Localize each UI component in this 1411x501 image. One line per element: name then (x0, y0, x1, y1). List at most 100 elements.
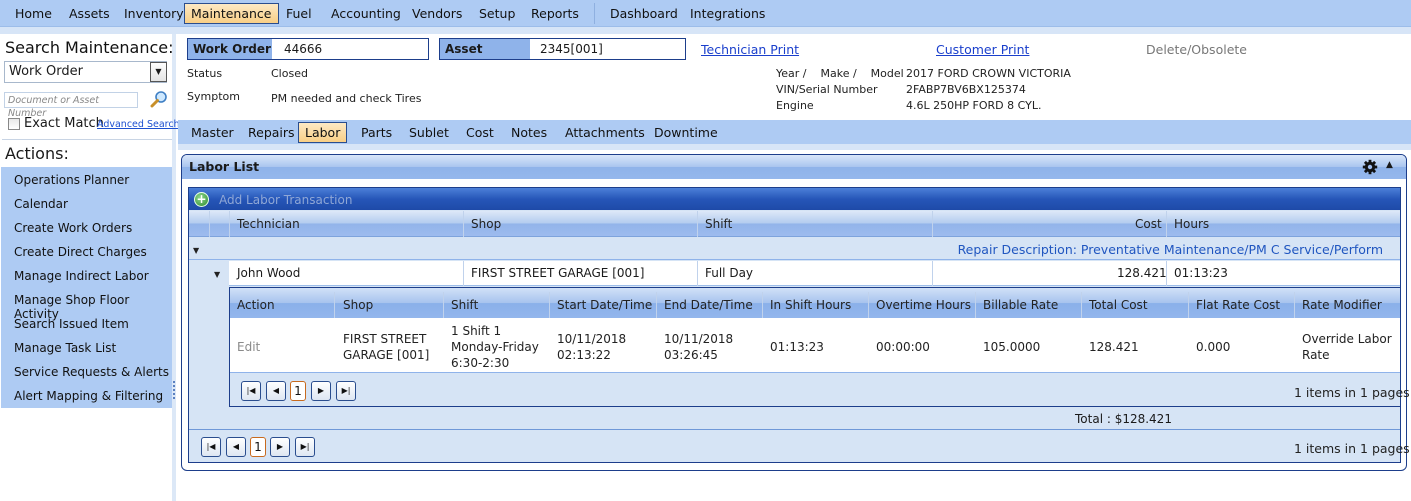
menu-reports[interactable]: Reports (524, 3, 586, 24)
tab-master[interactable]: Master (184, 122, 241, 143)
column-divider (463, 261, 464, 286)
dcol-in-shift-hours[interactable]: In Shift Hours (770, 298, 851, 312)
dcell-end-date: 10/11/2018 (664, 332, 734, 346)
menu-accounting[interactable]: Accounting (324, 3, 408, 24)
menu-maintenance[interactable]: Maintenance (184, 3, 279, 24)
dcol-end[interactable]: End Date/Time (664, 298, 753, 312)
tab-parts[interactable]: Parts (354, 122, 399, 143)
menu-dashboard[interactable]: Dashboard (603, 3, 685, 24)
last-page-button[interactable]: ▶| (295, 437, 315, 457)
dcell-in-shift-hours: 01:13:23 (770, 340, 824, 354)
dcol-total-cost[interactable]: Total Cost (1089, 298, 1148, 312)
first-page-button[interactable]: |◀ (241, 381, 261, 401)
action-search-issued-item[interactable]: Search Issued Item (14, 317, 129, 331)
asset-label: Asset (440, 39, 530, 59)
dcell-shift-3: 6:30-2:30 (451, 356, 510, 370)
exact-match-checkbox[interactable] (8, 118, 20, 130)
action-create-direct-charges[interactable]: Create Direct Charges (14, 245, 147, 259)
chevron-down-icon[interactable]: ▼ (150, 62, 167, 82)
tab-repairs[interactable]: Repairs (241, 122, 302, 143)
search-icon[interactable] (150, 90, 168, 108)
dcol-shift[interactable]: Shift (451, 298, 478, 312)
column-divider (697, 261, 698, 286)
dcol-shop[interactable]: Shop (343, 298, 373, 312)
next-page-button[interactable]: ▶ (311, 381, 331, 401)
dcol-billable-rate[interactable]: Billable Rate (983, 298, 1058, 312)
dcol-flat-rate-cost[interactable]: Flat Rate Cost (1196, 298, 1280, 312)
add-labor-transaction-button[interactable]: Add Labor Transaction (219, 193, 352, 207)
column-divider (1166, 211, 1167, 237)
cell-technician: John Wood (237, 266, 301, 280)
search-input[interactable]: Document or Asset Number (4, 92, 138, 119)
dcell-billable-rate: 105.0000 (983, 340, 1041, 354)
splitter-grip (173, 385, 175, 387)
prev-page-button[interactable]: ◀ (266, 381, 286, 401)
labor-panel-title: Labor List (189, 159, 260, 174)
sidebar-splitter[interactable] (172, 34, 176, 501)
col-technician[interactable]: Technician (237, 217, 300, 231)
tab-notes[interactable]: Notes (504, 122, 554, 143)
search-type-select[interactable]: Work Order (4, 61, 167, 83)
menu-home[interactable]: Home (8, 3, 59, 24)
dcol-rate-modifier[interactable]: Rate Modifier (1302, 298, 1382, 312)
menu-setup[interactable]: Setup (472, 3, 522, 24)
col-shop[interactable]: Shop (471, 217, 501, 231)
advanced-search-link[interactable]: Advanced Search (97, 119, 180, 130)
action-manage-task-list[interactable]: Manage Task List (14, 341, 116, 355)
add-icon[interactable]: + (194, 192, 209, 207)
tab-labor[interactable]: Labor (298, 122, 348, 143)
tab-downtime[interactable]: Downtime (647, 122, 725, 143)
exact-match-label: Exact Match (24, 116, 104, 131)
column-divider (209, 211, 210, 237)
symptom-value: PM needed and check Tires (271, 92, 422, 105)
next-page-button[interactable]: ▶ (270, 437, 290, 457)
total-row (189, 408, 1400, 430)
edit-link[interactable]: Edit (237, 339, 260, 355)
action-alert-mapping-filtering[interactable]: Alert Mapping & Filtering (14, 389, 163, 403)
collapse-panel-icon[interactable]: ▲ (1386, 160, 1393, 170)
page-number[interactable]: 1 (250, 437, 266, 457)
page-number[interactable]: 1 (290, 381, 306, 401)
dcell-rate-modifier-2: Rate (1302, 348, 1330, 362)
work-order-field[interactable]: Work Order 44666 (187, 38, 429, 60)
dcell-rate-modifier-1: Override Labor (1302, 332, 1392, 346)
grid-toolbar (189, 188, 1400, 210)
vin-label: VIN/Serial Number (776, 83, 878, 96)
action-manage-indirect-labor[interactable]: Manage Indirect Labor (14, 269, 149, 283)
detail-pager-info: 1 items in 1 pages (1294, 385, 1410, 400)
menu-assets[interactable]: Assets (62, 3, 117, 24)
action-operations-planner[interactable]: Operations Planner (14, 173, 129, 187)
dcell-overtime-hours: 00:00:00 (876, 340, 930, 354)
last-page-button[interactable]: ▶| (336, 381, 356, 401)
first-page-button[interactable]: |◀ (201, 437, 221, 457)
expand-group-icon[interactable]: ▼ (193, 246, 199, 255)
dcol-overtime-hours[interactable]: Overtime Hours (876, 298, 971, 312)
col-cost[interactable]: Cost (1135, 217, 1162, 231)
column-divider (932, 261, 933, 286)
action-calendar[interactable]: Calendar (14, 197, 68, 211)
prev-page-button[interactable]: ◀ (226, 437, 246, 457)
action-service-requests-alerts[interactable]: Service Requests & Alerts (14, 365, 169, 379)
col-shift[interactable]: Shift (705, 217, 732, 231)
col-hours[interactable]: Hours (1174, 217, 1209, 231)
tab-cost[interactable]: Cost (459, 122, 501, 143)
dcell-shift-2: Monday-Friday (451, 340, 539, 354)
menu-fuel[interactable]: Fuel (279, 3, 319, 24)
action-create-work-orders[interactable]: Create Work Orders (14, 221, 132, 235)
splitter-grip (173, 389, 175, 391)
menu-vendors[interactable]: Vendors (405, 3, 469, 24)
work-order-value: 44666 (284, 42, 323, 56)
dcol-action[interactable]: Action (237, 298, 275, 312)
customer-print-link[interactable]: Customer Print (936, 42, 1029, 57)
menu-inventory[interactable]: Inventory (117, 3, 191, 24)
technician-print-link[interactable]: Technician Print (701, 42, 799, 57)
cell-shift: Full Day (705, 266, 754, 280)
gear-icon[interactable] (1362, 159, 1378, 175)
dcol-start[interactable]: Start Date/Time (557, 298, 652, 312)
menu-integrations[interactable]: Integrations (683, 3, 772, 24)
asset-field[interactable]: Asset 2345[001] (439, 38, 686, 60)
tab-sublet[interactable]: Sublet (402, 122, 456, 143)
delete-obsolete-link[interactable]: Delete/Obsolete (1146, 42, 1247, 57)
tab-attachments[interactable]: Attachments (558, 122, 652, 143)
expand-row-icon[interactable]: ▼ (214, 270, 220, 279)
